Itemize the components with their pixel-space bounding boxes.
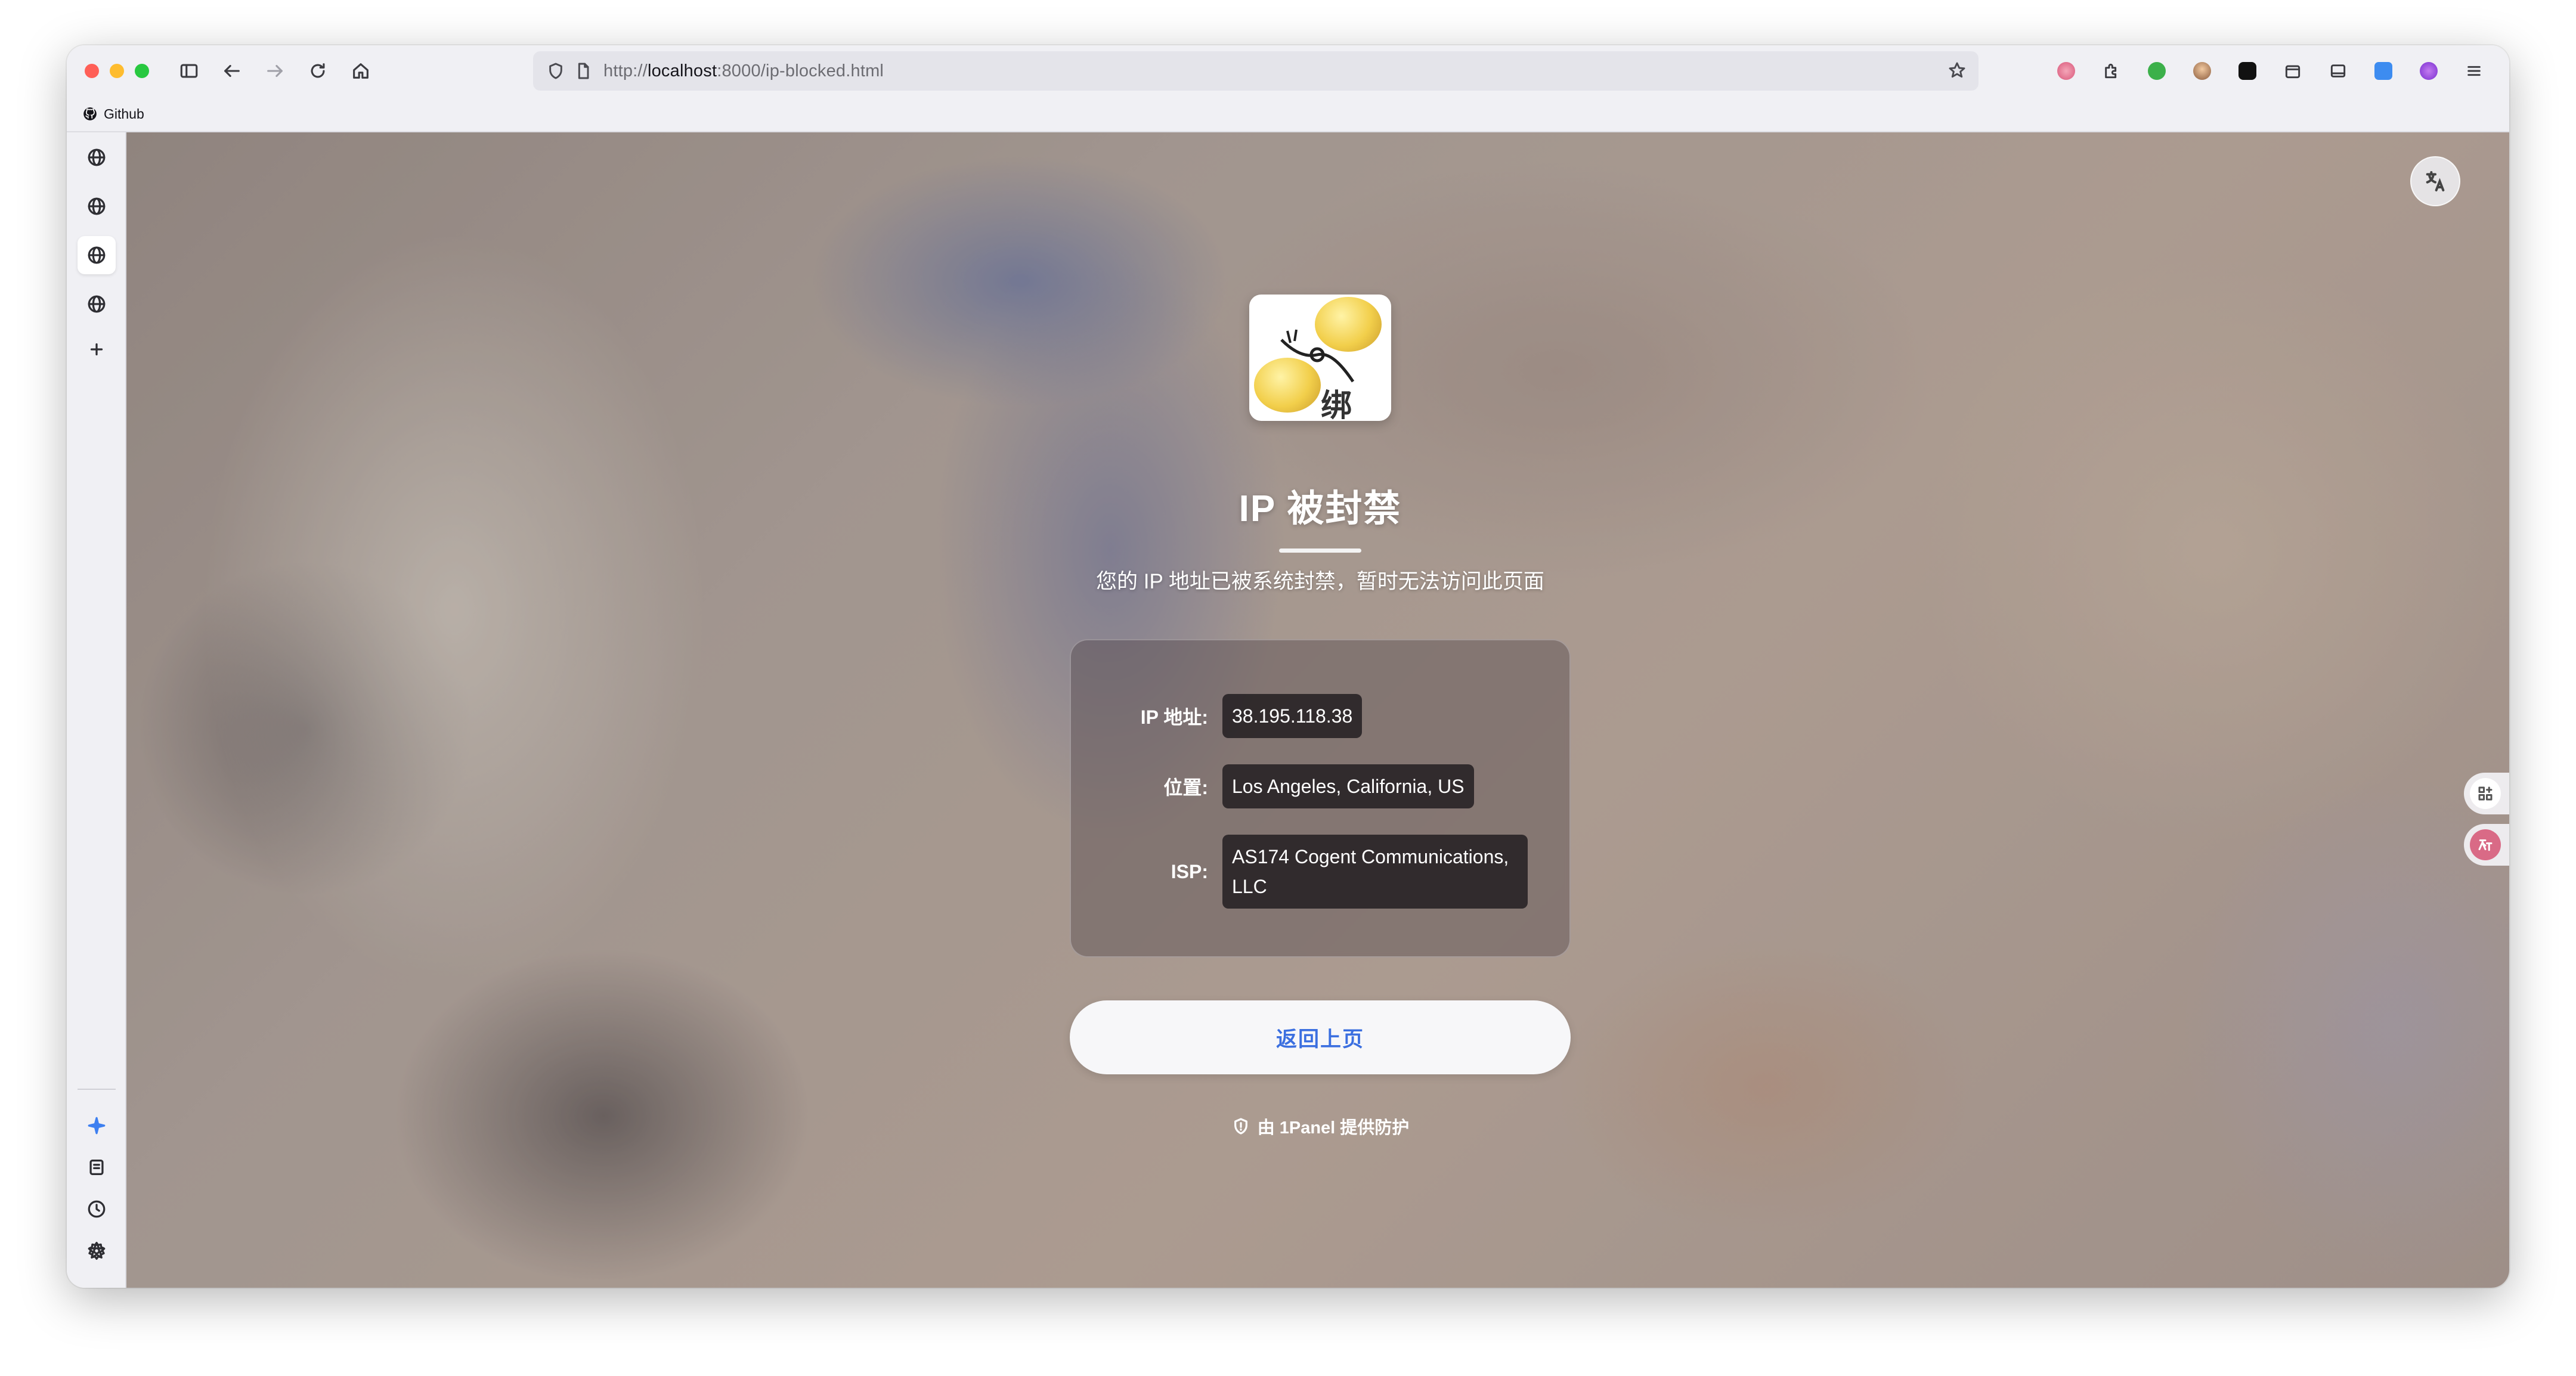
sidebar-divider <box>78 1089 116 1090</box>
extension-avatar-icon <box>2193 62 2211 80</box>
info-value-isp: AS174 Cogent Communications, LLC <box>1222 835 1528 909</box>
download-icon <box>89 1160 104 1175</box>
maximize-window-button[interactable] <box>135 64 149 78</box>
page-info-icon[interactable] <box>574 61 593 80</box>
extension-blue-button[interactable] <box>2365 52 2402 89</box>
shield-icon[interactable] <box>546 61 565 80</box>
browser-window: http://localhost:8000/ip-blocked.html Gi… <box>67 45 2509 1288</box>
extension-green-button[interactable] <box>2138 52 2175 89</box>
browser-toolbar: http://localhost:8000/ip-blocked.html <box>67 45 2509 97</box>
info-card: IP 地址: 38.195.118.38 位置: Los Angeles, Ca… <box>1070 639 1571 957</box>
extension-black-icon <box>2238 62 2256 80</box>
url-path: :8000/ip-blocked.html <box>717 61 884 80</box>
window-controls <box>85 64 149 78</box>
extension-box-icon <box>2285 65 2301 79</box>
sparkle-icon <box>88 1117 106 1135</box>
extension-pink-button[interactable] <box>2048 52 2085 89</box>
blocked-panel: 绑 IP 被封禁 您的 IP 地址已被系统封禁，暂时无法访问此页面 IP 地址:… <box>1070 132 1571 1288</box>
translate-badge-icon <box>2478 839 2493 851</box>
side-tool-button[interactable] <box>2464 773 2509 814</box>
new-tab-button[interactable] <box>78 330 116 368</box>
home-button[interactable] <box>342 52 379 89</box>
side-translate-button[interactable] <box>2464 824 2509 866</box>
page-title: IP 被封禁 <box>1239 488 1402 529</box>
reload-button[interactable] <box>299 52 336 89</box>
info-value-location: Los Angeles, California, US <box>1222 764 1474 808</box>
extension-green-n-icon <box>2148 62 2166 80</box>
browser-sidebar <box>67 132 126 1288</box>
blocked-page: 绑 IP 被封禁 您的 IP 地址已被系统封禁，暂时无法访问此页面 IP 地址:… <box>126 132 2509 1288</box>
close-window-button[interactable] <box>85 64 99 78</box>
settings-icon <box>88 1241 105 1260</box>
bookmark-github[interactable]: Github <box>82 106 144 122</box>
back-icon <box>224 64 240 78</box>
history-icon <box>88 1200 106 1218</box>
extension-blue-icon <box>2374 62 2392 80</box>
github-icon <box>83 107 97 120</box>
extension-tab-icon <box>2330 64 2346 78</box>
reload-icon <box>311 63 325 78</box>
extension-purple-icon <box>2420 62 2438 80</box>
info-value-ip: 38.195.118.38 <box>1222 694 1363 738</box>
translate-icon <box>2426 171 2445 191</box>
translate-button[interactable] <box>2410 156 2460 206</box>
url-text[interactable]: http://localhost:8000/ip-blocked.html <box>603 61 884 81</box>
title-underline <box>1279 548 1361 553</box>
site-logo: 绑 <box>1249 295 1391 421</box>
bookmark-label: Github <box>104 106 144 122</box>
info-row-isp: ISP: AS174 Cogent Communications, LLC <box>1071 835 1569 909</box>
rope-icon <box>1280 329 1355 383</box>
info-row-ip: IP 地址: 38.195.118.38 <box>1071 694 1569 738</box>
sidebar-toggle-button[interactable] <box>171 52 208 89</box>
ai-chat-button[interactable] <box>78 1107 116 1145</box>
info-row-location: 位置: Los Angeles, California, US <box>1071 764 1569 808</box>
extension-pink-icon <box>2057 62 2075 80</box>
globe-icon <box>88 246 106 264</box>
info-label: IP 地址: <box>1140 706 1208 728</box>
extension-tab-button[interactable] <box>2320 52 2357 89</box>
sidebar-tab-3-active[interactable] <box>78 236 116 274</box>
globe-icon <box>88 197 106 215</box>
menu-button[interactable] <box>2456 52 2493 89</box>
info-label: ISP: <box>1171 860 1208 882</box>
minimize-window-button[interactable] <box>110 64 124 78</box>
address-bar[interactable]: http://localhost:8000/ip-blocked.html <box>533 51 1979 91</box>
forward-button[interactable] <box>256 52 293 89</box>
history-button[interactable] <box>78 1190 116 1228</box>
logo-glyph: 绑 <box>1321 388 1352 421</box>
forward-icon <box>267 64 283 78</box>
sidebar-tab-1[interactable] <box>78 138 116 176</box>
bookmarks-bar: Github <box>67 97 2509 132</box>
settings-button[interactable] <box>78 1232 116 1270</box>
shield-alert-icon <box>1234 1118 1247 1135</box>
extension-avatar-button[interactable] <box>2184 52 2221 89</box>
extension-purple-button[interactable] <box>2410 52 2447 89</box>
extensions-button[interactable] <box>2093 52 2130 89</box>
footer-text: 由 1Panel 提供防护 <box>1257 1118 1410 1138</box>
bookmark-star-icon[interactable] <box>1948 61 1967 80</box>
go-back-button[interactable]: 返回上页 <box>1070 1000 1571 1074</box>
page-subtitle: 您的 IP 地址已被系统封禁，暂时无法访问此页面 <box>1096 570 1544 593</box>
globe-icon <box>88 148 106 166</box>
downloads-button[interactable] <box>78 1148 116 1186</box>
extensions-area <box>2048 52 2493 89</box>
puzzle-icon <box>2105 63 2117 79</box>
globe-icon <box>88 295 106 313</box>
grid-add-icon <box>2478 786 2493 801</box>
url-scheme: http:// <box>603 61 648 80</box>
home-icon <box>353 63 369 79</box>
menu-icon <box>2467 66 2481 76</box>
info-label: 位置: <box>1163 777 1208 798</box>
sidebar-tab-2[interactable] <box>78 187 116 225</box>
extension-black-button[interactable] <box>2229 52 2266 89</box>
sidebar-tab-4[interactable] <box>78 285 116 323</box>
url-host: localhost <box>647 61 717 80</box>
plus-icon <box>90 343 103 356</box>
protection-footer: 由 1Panel 提供防护 <box>1231 1114 1410 1139</box>
back-button[interactable] <box>213 52 250 89</box>
sidebar-toggle-icon <box>180 64 198 78</box>
extension-box-button[interactable] <box>2274 52 2311 89</box>
page-content: 绑 IP 被封禁 您的 IP 地址已被系统封禁，暂时无法访问此页面 IP 地址:… <box>126 132 2509 1288</box>
